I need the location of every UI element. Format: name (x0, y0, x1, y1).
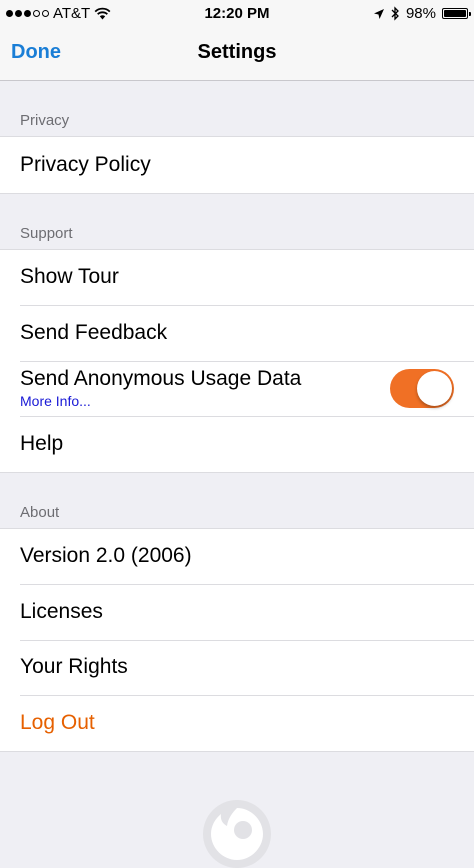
status-right: 98% (373, 5, 471, 22)
licenses-row[interactable]: Licenses (0, 584, 474, 640)
version-row[interactable]: Version 2.0 (2006) (0, 529, 474, 585)
privacy-policy-row[interactable]: Privacy Policy (0, 137, 474, 193)
row-label: Send Anonymous Usage Data (20, 367, 302, 391)
usage-data-toggle[interactable] (390, 368, 454, 408)
support-group: Show Tour Send Feedback Send Anonymous U… (0, 248, 474, 473)
usage-data-row: Send Anonymous Usage Data More Info... (0, 360, 474, 417)
firefox-logo-icon (203, 800, 271, 868)
privacy-group: Privacy Policy (0, 136, 474, 194)
row-label: Your Rights (20, 655, 128, 679)
more-info-link[interactable]: More Info... (20, 393, 301, 409)
section-header-about: About (20, 503, 60, 521)
row-label: Log Out (20, 710, 95, 734)
row-label: Version 2.0 (2006) (20, 544, 192, 568)
settings-list: Privacy Privacy Policy Support Show Tour… (0, 81, 474, 752)
your-rights-row[interactable]: Your Rights (0, 639, 474, 696)
navigation-bar: Done Settings (0, 28, 474, 81)
usage-data-text: Send Anonymous Usage Data More Info... (20, 367, 301, 409)
row-label: Help (20, 431, 64, 455)
row-label: Send Feedback (20, 320, 168, 344)
row-label: Show Tour (20, 265, 119, 289)
battery-icon (442, 8, 471, 19)
log-out-button[interactable]: Log Out (0, 695, 474, 751)
help-row[interactable]: Help (0, 416, 474, 472)
section-header-privacy: Privacy (20, 112, 70, 129)
section-header-support: Support (20, 224, 73, 242)
send-feedback-row[interactable]: Send Feedback (0, 305, 474, 361)
battery-percent: 98% (405, 5, 436, 22)
row-label: Privacy Policy (20, 152, 151, 176)
toggle-knob (417, 370, 452, 406)
row-label: Licenses (20, 599, 103, 623)
show-tour-row[interactable]: Show Tour (0, 250, 474, 306)
bluetooth-icon (391, 6, 399, 21)
status-bar: AT&T 12:20 PM 98% (0, 0, 474, 28)
location-arrow-icon (373, 8, 384, 19)
battery-fill (444, 10, 466, 17)
page-title: Settings (197, 41, 277, 63)
about-group: Version 2.0 (2006) Licenses Your Rights … (0, 527, 474, 752)
